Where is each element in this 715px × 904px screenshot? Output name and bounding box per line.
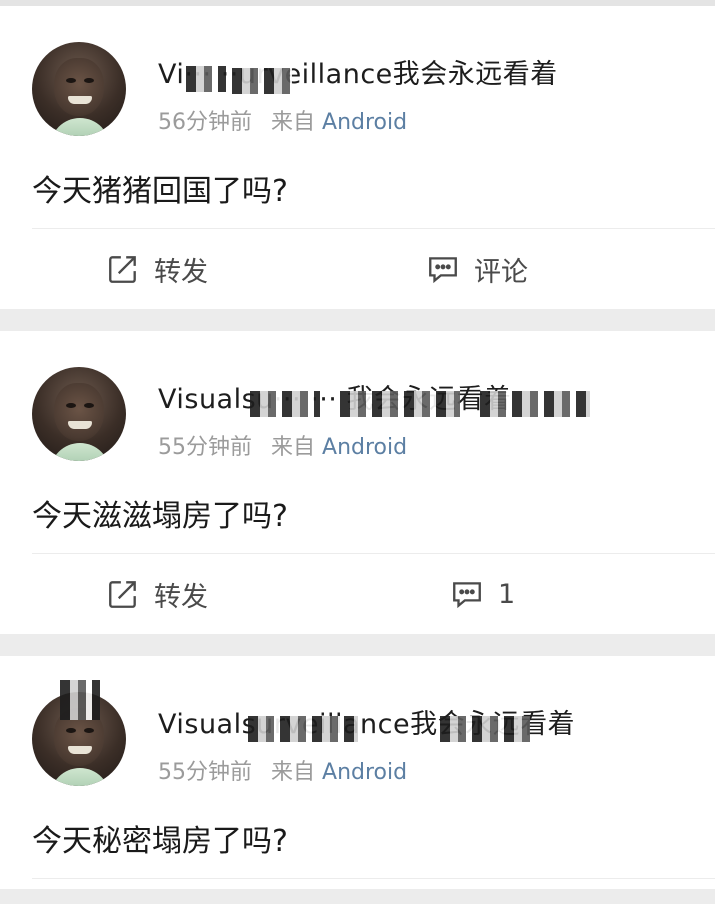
- post-from: 来自: [271, 435, 316, 460]
- redaction-mosaic: [250, 391, 320, 417]
- redaction-mosaic: [340, 391, 460, 417]
- post-from: 来自: [271, 760, 316, 785]
- avatar-redaction-mosaic: [60, 680, 100, 720]
- post-header: Visualsu··· ··· 我会永远看着 55分钟前 来自 Android: [0, 331, 715, 461]
- post-actions: 转发 评论: [32, 228, 715, 309]
- post-actions: 转发 1: [32, 553, 715, 634]
- avatar[interactable]: [32, 42, 126, 136]
- post-header: Visualsurveillance我会永远看着 55分钟前 来自 Androi…: [0, 656, 715, 786]
- avatar[interactable]: [32, 367, 126, 461]
- comment-count: 1: [498, 578, 516, 610]
- post-card[interactable]: Visualsu··· ··· 我会永远看着 55分钟前 来自 Android …: [0, 331, 715, 634]
- post-meta: 55分钟前 来自 Android: [158, 429, 407, 461]
- redaction-mosaic: [232, 68, 292, 94]
- post-actions: [32, 878, 715, 889]
- comment-icon: [429, 257, 457, 284]
- forward-label: 转发: [154, 256, 208, 288]
- post-text[interactable]: 今天滋滋塌房了吗?: [0, 451, 715, 553]
- post-time: 55分钟前: [158, 760, 252, 785]
- forward-icon: [109, 581, 136, 608]
- forward-label: 转发: [154, 581, 208, 613]
- redaction-mosaic: [480, 391, 590, 417]
- comment-label: 评论: [474, 256, 528, 288]
- post-source[interactable]: Android: [322, 760, 407, 785]
- comment-button[interactable]: 1: [450, 574, 515, 614]
- post-from: 来自: [271, 110, 316, 135]
- post-source[interactable]: Android: [322, 110, 407, 135]
- post-text[interactable]: 今天猪猪回国了吗?: [0, 126, 715, 228]
- post-time: 56分钟前: [158, 110, 252, 135]
- post-card[interactable]: Visualsurveillance我会永远看着 55分钟前 来自 Androi…: [0, 656, 715, 889]
- redaction-mosaic: [440, 716, 530, 742]
- post-time: 55分钟前: [158, 435, 252, 460]
- post-meta: 56分钟前 来自 Android: [158, 104, 407, 136]
- post-source[interactable]: Android: [322, 435, 407, 460]
- post-card[interactable]: Vi··· ··urveillance我会永远看着 56分钟前 来自 Andro…: [0, 6, 715, 309]
- post-meta: 55分钟前 来自 Android: [158, 754, 407, 786]
- redaction-mosaic: [186, 66, 226, 92]
- post-text[interactable]: 今天秘密塌房了吗?: [0, 776, 715, 878]
- redaction-mosaic: [248, 716, 358, 742]
- comment-button[interactable]: 评论: [426, 249, 528, 289]
- forward-button[interactable]: 转发: [106, 574, 208, 614]
- weibo-feed: Vi··· ··urveillance我会永远看着 56分钟前 来自 Andro…: [0, 0, 715, 889]
- forward-button[interactable]: 转发: [106, 249, 208, 289]
- forward-icon: [109, 256, 136, 283]
- comment-icon: [453, 582, 481, 609]
- post-header: Vi··· ··urveillance我会永远看着 56分钟前 来自 Andro…: [0, 6, 715, 136]
